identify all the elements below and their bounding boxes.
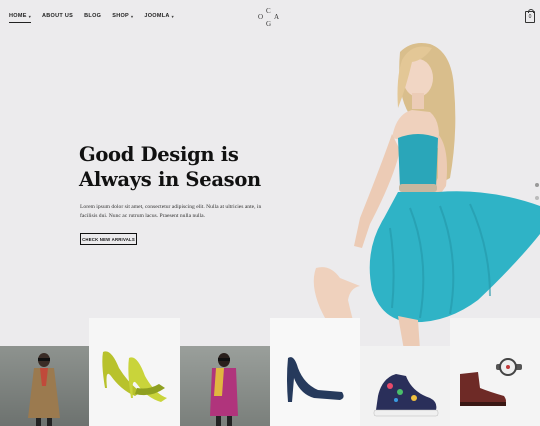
chevron-down-icon: ▾ — [131, 13, 134, 19]
product-tiles — [0, 318, 540, 426]
shopping-bag-icon[interactable]: 0 — [525, 9, 535, 23]
tile-boots-watch[interactable] — [450, 318, 540, 426]
tile-model-colorful[interactable] — [180, 346, 270, 426]
nav-item-shop[interactable]: SHOP ▾ — [112, 13, 133, 19]
main-nav: HOME ▾ ABOUT US BLOG SHOP ▾ JOOMLA ▾ — [9, 13, 174, 23]
nav-label: HOME — [9, 13, 27, 19]
hero-model-image — [313, 43, 540, 350]
hero-subtitle: Lorem ipsum dolor sit amet, consectetur … — [80, 204, 262, 219]
nav-item-home[interactable]: HOME ▾ — [9, 13, 32, 23]
hero-title: Good Design is Always in Season — [79, 142, 299, 192]
nav-item-blog[interactable]: BLOG — [84, 13, 101, 19]
site-logo[interactable]: O C A G — [256, 7, 282, 29]
chevron-down-icon: ▾ — [28, 13, 32, 19]
logo-letter: C — [266, 7, 271, 15]
sneakers-image — [373, 374, 439, 417]
nav-item-about-us[interactable]: ABOUT US — [42, 13, 73, 19]
nav-label: JOOMLA — [144, 13, 170, 19]
slider-dot-active[interactable] — [535, 183, 539, 187]
slider-dot[interactable] — [535, 196, 539, 200]
nav-label: ABOUT US — [42, 13, 74, 19]
hero-title-line1: Good Design is — [79, 143, 239, 166]
hero-title-line2: Always in Season — [79, 168, 261, 191]
boots-watch-image — [460, 358, 522, 406]
cart-count: 0 — [528, 14, 532, 20]
logo-letter: G — [266, 20, 272, 28]
logo-letter: O — [258, 13, 264, 21]
model-coat-image — [28, 353, 60, 426]
nav-item-joomla[interactable]: JOOMLA ▾ — [144, 13, 174, 19]
check-new-arrivals-button[interactable]: CHECK NEW ARRIVALS — [80, 233, 137, 245]
chevron-down-icon: ▾ — [171, 13, 174, 19]
tile-navy-pumps[interactable] — [270, 318, 360, 426]
navy-pumps-image — [287, 357, 344, 402]
yellow-heels-image — [102, 351, 167, 402]
model-colorful-image — [210, 353, 238, 426]
nav-label: SHOP — [112, 13, 130, 19]
tile-sneakers[interactable] — [360, 346, 450, 426]
tile-yellow-heels[interactable] — [89, 318, 180, 426]
logo-letter: A — [274, 13, 280, 21]
nav-label: BLOG — [84, 13, 102, 19]
tile-model-coat[interactable] — [0, 346, 89, 426]
